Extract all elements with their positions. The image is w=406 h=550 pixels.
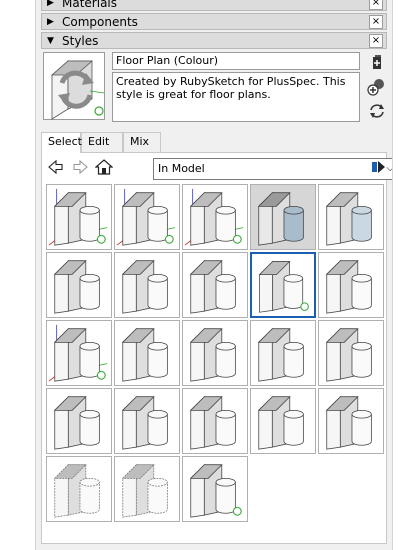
style-preview-icon bbox=[257, 327, 304, 382]
details-arrow-icon bbox=[372, 161, 385, 173]
style-swatch[interactable] bbox=[114, 184, 180, 250]
style-preview-icon bbox=[116, 188, 176, 246]
style-preview-icon bbox=[189, 259, 236, 314]
style-preview-icon bbox=[189, 327, 236, 382]
details-button[interactable] bbox=[370, 158, 388, 176]
style-preview-icon bbox=[121, 395, 168, 450]
style-swatch[interactable] bbox=[46, 320, 112, 386]
style-swatch[interactable] bbox=[182, 456, 248, 522]
style-preview-icon bbox=[189, 463, 242, 518]
style-swatch[interactable] bbox=[318, 320, 384, 386]
style-preview-icon bbox=[53, 395, 100, 450]
back-arrow-icon bbox=[48, 159, 63, 175]
style-swatch[interactable] bbox=[46, 388, 112, 454]
style-swatch[interactable] bbox=[114, 456, 180, 522]
close-icon[interactable]: × bbox=[369, 34, 383, 48]
style-name-input[interactable]: Floor Plan (Colour) bbox=[112, 52, 360, 70]
style-preview-icon bbox=[121, 463, 168, 518]
style-description-input[interactable]: Created by RubySketch for PlusSpec. This… bbox=[112, 72, 360, 122]
refresh-button[interactable] bbox=[367, 101, 387, 121]
style-preview-icon bbox=[325, 327, 372, 382]
collapsed-arrow-icon[interactable]: ▶ bbox=[47, 15, 59, 29]
home-button[interactable] bbox=[94, 158, 114, 176]
style-swatch[interactable] bbox=[250, 320, 316, 386]
style-swatch[interactable] bbox=[318, 184, 384, 250]
update-style-icon bbox=[367, 79, 384, 96]
style-preview-icon bbox=[53, 259, 100, 314]
style-preview-icon bbox=[258, 260, 309, 313]
style-swatch[interactable] bbox=[182, 184, 248, 250]
style-swatch[interactable] bbox=[114, 252, 180, 318]
style-preview-icon bbox=[325, 259, 372, 314]
create-style-button[interactable] bbox=[367, 53, 387, 73]
style-preview-icon bbox=[48, 188, 108, 246]
style-preview-icon bbox=[53, 463, 100, 518]
create-style-icon bbox=[373, 55, 381, 69]
styles-tray-title[interactable]: Styles bbox=[62, 33, 98, 49]
style-preview-icon bbox=[184, 188, 244, 246]
style-preview-icon bbox=[189, 395, 236, 450]
style-preview-icon bbox=[257, 395, 304, 450]
style-preview-icon bbox=[251, 185, 315, 249]
style-swatch[interactable] bbox=[182, 252, 248, 318]
styles-tray-header[interactable]: ▼ Styles × bbox=[41, 32, 387, 49]
expanded-arrow-icon[interactable]: ▼ bbox=[47, 34, 59, 48]
style-swatch[interactable] bbox=[114, 320, 180, 386]
style-swatch[interactable] bbox=[318, 252, 384, 318]
collapsed-arrow-icon[interactable]: ▶ bbox=[47, 0, 59, 10]
close-icon[interactable]: × bbox=[369, 15, 383, 29]
style-swatch[interactable] bbox=[250, 252, 316, 318]
forward-button[interactable] bbox=[71, 158, 89, 176]
style-swatch[interactable] bbox=[114, 388, 180, 454]
refresh-icon bbox=[370, 104, 384, 118]
style-swatch[interactable] bbox=[46, 456, 112, 522]
style-preview-icon bbox=[121, 327, 168, 382]
style-collection-dropdown[interactable]: In Model ⌵ bbox=[153, 158, 392, 180]
tab-edit[interactable]: Edit bbox=[81, 132, 123, 152]
style-thumbnail-icon bbox=[50, 60, 105, 120]
back-button[interactable] bbox=[47, 158, 65, 176]
style-swatch[interactable] bbox=[46, 184, 112, 250]
style-swatch[interactable] bbox=[318, 388, 384, 454]
style-swatch[interactable] bbox=[46, 252, 112, 318]
components-tray-header[interactable]: ▶ Components × bbox=[41, 13, 387, 30]
style-preview-icon bbox=[121, 259, 168, 314]
style-swatch[interactable] bbox=[250, 388, 316, 454]
style-collection-value: In Model bbox=[158, 162, 205, 175]
home-icon bbox=[94, 159, 114, 175]
forward-arrow-icon bbox=[73, 159, 88, 175]
close-icon[interactable]: × bbox=[369, 0, 383, 10]
tab-select[interactable]: Select bbox=[41, 132, 82, 153]
style-swatch[interactable] bbox=[182, 388, 248, 454]
style-preview-icon bbox=[325, 395, 372, 450]
style-swatch[interactable] bbox=[250, 184, 316, 250]
style-thumbnail[interactable] bbox=[43, 52, 105, 120]
tab-mix[interactable]: Mix bbox=[123, 132, 161, 152]
style-preview-icon bbox=[325, 191, 372, 246]
materials-tray-header[interactable]: ▶ Materials × bbox=[41, 0, 387, 11]
update-style-button[interactable] bbox=[367, 77, 387, 97]
style-swatch[interactable] bbox=[182, 320, 248, 386]
materials-tray-title[interactable]: Materials bbox=[62, 0, 117, 11]
style-preview-icon bbox=[48, 324, 108, 382]
components-tray-title[interactable]: Components bbox=[62, 14, 138, 30]
default-tray-panel: ▶ Materials × ▶ Components × ▼ Styles × … bbox=[35, 0, 393, 550]
